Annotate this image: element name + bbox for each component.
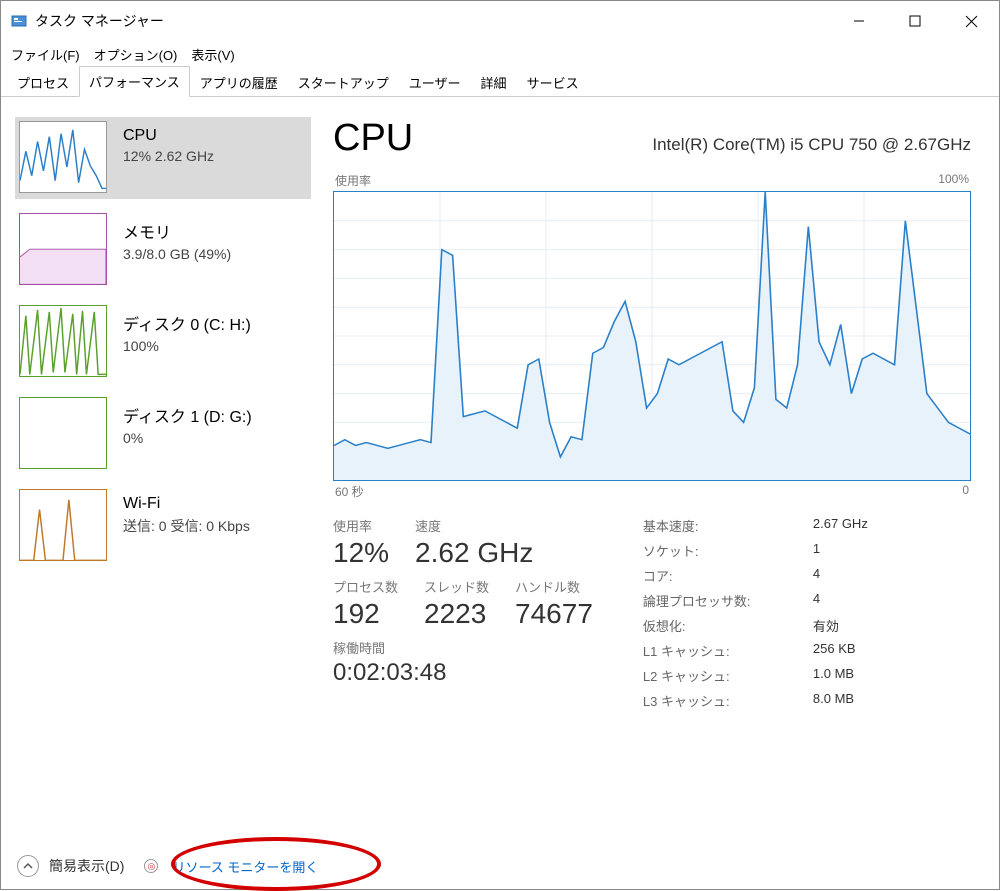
- uptime-label: 稼働時間: [333, 638, 593, 657]
- sidebar-wifi-title: Wi-Fi: [123, 495, 250, 513]
- window-title: タスク マネージャー: [35, 11, 831, 31]
- sockets-value: 1: [813, 541, 820, 560]
- procs-label: プロセス数: [333, 577, 398, 596]
- performance-sidebar: CPU 12% 2.62 GHz メモリ 3.9/8.0 GB (49%) ディ…: [1, 97, 321, 843]
- l1-value: 256 KB: [813, 641, 856, 660]
- util-value: 12%: [333, 537, 389, 569]
- tab-services[interactable]: サービス: [517, 67, 589, 97]
- sidebar-cpu-title: CPU: [123, 127, 214, 145]
- tab-app-history[interactable]: アプリの履歴: [190, 67, 288, 97]
- disk1-thumb-icon: [19, 397, 107, 469]
- sidebar-item-cpu[interactable]: CPU 12% 2.62 GHz: [15, 117, 311, 199]
- menu-options[interactable]: オプション(O): [94, 45, 178, 64]
- l3-value: 8.0 MB: [813, 691, 854, 710]
- sidebar-disk0-title: ディスク 0 (C: H:): [123, 311, 251, 335]
- lproc-value: 4: [813, 591, 820, 610]
- tab-details[interactable]: 詳細: [471, 67, 517, 97]
- cpu-thumb-icon: [19, 121, 107, 193]
- menu-file[interactable]: ファイル(F): [11, 45, 80, 64]
- open-resource-monitor-link[interactable]: リソース モニターを開く: [172, 857, 318, 876]
- l1-label: L1 キャッシュ:: [643, 641, 813, 660]
- menu-view[interactable]: 表示(V): [191, 45, 234, 64]
- threads-label: スレッド数: [424, 577, 489, 596]
- tab-users[interactable]: ユーザー: [399, 67, 471, 97]
- detail-panel: CPU Intel(R) Core(TM) i5 CPU 750 @ 2.67G…: [321, 97, 999, 843]
- lproc-label: 論理プロセッサ数:: [643, 591, 813, 610]
- left-stats: 使用率 12% 速度 2.62 GHz プロセス数 192 スレッド数 2223 ハンド…: [333, 516, 593, 716]
- sidebar-wifi-sub: 送信: 0 受信: 0 Kbps: [123, 516, 250, 536]
- fewer-details-icon[interactable]: [17, 855, 39, 877]
- memory-thumb-icon: [19, 213, 107, 285]
- procs-value: 192: [333, 598, 398, 630]
- minimize-button[interactable]: [831, 1, 887, 41]
- virt-value: 有効: [813, 616, 839, 635]
- virt-label: 仮想化:: [643, 616, 813, 635]
- sidebar-disk0-sub: 100%: [123, 338, 251, 354]
- tab-startup[interactable]: スタートアップ: [288, 67, 399, 97]
- l3-label: L3 キャッシュ:: [643, 691, 813, 710]
- disk0-thumb-icon: [19, 305, 107, 377]
- footer-bar: 簡易表示(D) ◎ リソース モニターを開く: [1, 843, 999, 889]
- resmon-icon: ◎: [144, 859, 158, 873]
- sidebar-mem-title: メモリ: [123, 219, 231, 243]
- cores-value: 4: [813, 566, 820, 585]
- tab-performance[interactable]: パフォーマンス: [79, 66, 190, 97]
- sidebar-item-memory[interactable]: メモリ 3.9/8.0 GB (49%): [15, 209, 311, 291]
- chart-label-tl: 使用率: [335, 172, 371, 189]
- detail-heading: CPU: [333, 117, 413, 160]
- cpu-chart: [333, 191, 971, 481]
- chart-label-br: 0: [962, 483, 969, 500]
- right-stats: 基本速度:2.67 GHz ソケット:1 コア:4 論理プロセッサ数:4 仮想化…: [643, 516, 868, 716]
- tab-strip: プロセス パフォーマンス アプリの履歴 スタートアップ ユーザー 詳細 サービス: [1, 67, 999, 97]
- base-speed-value: 2.67 GHz: [813, 516, 868, 535]
- cpu-model: Intel(R) Core(TM) i5 CPU 750 @ 2.67GHz: [652, 135, 971, 155]
- sidebar-item-disk1[interactable]: ディスク 1 (D: G:) 0%: [15, 393, 311, 475]
- sidebar-disk1-title: ディスク 1 (D: G:): [123, 403, 252, 427]
- close-button[interactable]: [943, 1, 999, 41]
- sidebar-mem-sub: 3.9/8.0 GB (49%): [123, 246, 231, 262]
- tab-processes[interactable]: プロセス: [7, 67, 79, 97]
- l2-value: 1.0 MB: [813, 666, 854, 685]
- handles-value: 74677: [515, 598, 593, 630]
- sockets-label: ソケット:: [643, 541, 813, 560]
- wifi-thumb-icon: [19, 489, 107, 561]
- l2-label: L2 キャッシュ:: [643, 666, 813, 685]
- sidebar-item-wifi[interactable]: Wi-Fi 送信: 0 受信: 0 Kbps: [15, 485, 311, 567]
- menu-bar: ファイル(F) オプション(O) 表示(V): [1, 41, 999, 67]
- chart-label-bl: 60 秒: [335, 483, 364, 500]
- content-area: CPU 12% 2.62 GHz メモリ 3.9/8.0 GB (49%) ディ…: [1, 97, 999, 843]
- uptime-value: 0:02:03:48: [333, 659, 593, 687]
- sidebar-item-disk0[interactable]: ディスク 0 (C: H:) 100%: [15, 301, 311, 383]
- fewer-details-button[interactable]: 簡易表示(D): [49, 856, 124, 876]
- cores-label: コア:: [643, 566, 813, 585]
- util-label: 使用率: [333, 516, 389, 535]
- speed-value: 2.62 GHz: [415, 537, 533, 569]
- sidebar-disk1-sub: 0%: [123, 430, 252, 446]
- titlebar: タスク マネージャー: [1, 1, 999, 41]
- base-speed-label: 基本速度:: [643, 516, 813, 535]
- app-icon: [11, 13, 27, 29]
- speed-label: 速度: [415, 516, 533, 535]
- threads-value: 2223: [424, 598, 489, 630]
- sidebar-cpu-sub: 12% 2.62 GHz: [123, 148, 214, 164]
- maximize-button[interactable]: [887, 1, 943, 41]
- chart-label-tr: 100%: [938, 172, 969, 189]
- handles-label: ハンドル数: [515, 577, 593, 596]
